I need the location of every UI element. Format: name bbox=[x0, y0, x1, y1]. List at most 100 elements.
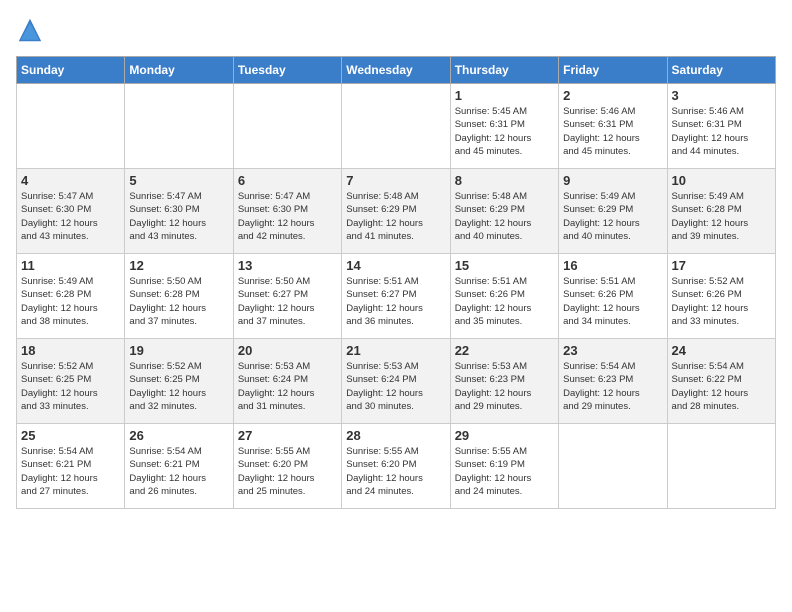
day-info: Sunrise: 5:48 AM Sunset: 6:29 PM Dayligh… bbox=[455, 190, 554, 243]
day-number: 11 bbox=[21, 258, 120, 273]
week-row-4: 18 Sunrise: 5:52 AM Sunset: 6:25 PM Dayli… bbox=[17, 339, 776, 424]
column-header-sunday: Sunday bbox=[17, 57, 125, 84]
calendar-cell: 7Sunrise: 5:48 AM Sunset: 6:29 PM Daylig… bbox=[342, 169, 450, 254]
day-info: Sunrise: 5:54 AM Sunset: 6:23 PM Dayligh… bbox=[563, 360, 662, 413]
day-number: 28 bbox=[346, 428, 445, 443]
calendar-cell: 14 Sunrise: 5:51 AM Sunset: 6:27 PM Dayli… bbox=[342, 254, 450, 339]
calendar-cell: 25 Sunrise: 5:54 AM Sunset: 6:21 PM Dayli… bbox=[17, 424, 125, 509]
day-number: 15 bbox=[455, 258, 554, 273]
day-number: 6 bbox=[238, 173, 337, 188]
week-row-5: 25 Sunrise: 5:54 AM Sunset: 6:21 PM Dayli… bbox=[17, 424, 776, 509]
day-info: Sunrise: 5:46 AM Sunset: 6:31 PM Dayligh… bbox=[672, 105, 771, 158]
calendar-cell: 6 Sunrise: 5:47 AM Sunset: 6:30 PM Daylig… bbox=[233, 169, 341, 254]
day-info: Sunrise: 5:55 AM Sunset: 6:19 PM Dayligh… bbox=[455, 445, 554, 498]
day-number: 24 bbox=[672, 343, 771, 358]
calendar-cell: 24 Sunrise: 5:54 AM Sunset: 6:22 PM Dayli… bbox=[667, 339, 775, 424]
calendar-cell: 10 Sunrise: 5:49 AM Sunset: 6:28 PM Dayli… bbox=[667, 169, 775, 254]
column-header-wednesday: Wednesday bbox=[342, 57, 450, 84]
day-info: Sunrise: 5:54 AM Sunset: 6:21 PM Dayligh… bbox=[21, 445, 120, 498]
day-info: Sunrise: 5:52 AM Sunset: 6:25 PM Dayligh… bbox=[21, 360, 120, 413]
day-number: 19 bbox=[129, 343, 228, 358]
day-number: 21 bbox=[346, 343, 445, 358]
column-header-thursday: Thursday bbox=[450, 57, 558, 84]
day-number: 4 bbox=[21, 173, 120, 188]
day-number: 20 bbox=[238, 343, 337, 358]
week-row-1: 1 Sunrise: 5:45 AM Sunset: 6:31 PM Daylig… bbox=[17, 84, 776, 169]
day-info: Sunrise: 5:53 AM Sunset: 6:23 PM Dayligh… bbox=[455, 360, 554, 413]
logo-icon bbox=[16, 16, 44, 44]
day-number: 1 bbox=[455, 88, 554, 103]
calendar-cell: 18 Sunrise: 5:52 AM Sunset: 6:25 PM Dayli… bbox=[17, 339, 125, 424]
day-number: 3 bbox=[672, 88, 771, 103]
day-number: 2 bbox=[563, 88, 662, 103]
calendar-cell: 13 Sunrise: 5:50 AM Sunset: 6:27 PM Dayli… bbox=[233, 254, 341, 339]
day-number: 29 bbox=[455, 428, 554, 443]
day-info: Sunrise: 5:54 AM Sunset: 6:22 PM Dayligh… bbox=[672, 360, 771, 413]
day-number: 13 bbox=[238, 258, 337, 273]
calendar-cell: 21 Sunrise: 5:53 AM Sunset: 6:24 PM Dayli… bbox=[342, 339, 450, 424]
calendar-cell: 12 Sunrise: 5:50 AM Sunset: 6:28 PM Dayli… bbox=[125, 254, 233, 339]
day-info: Sunrise: 5:55 AM Sunset: 6:20 PM Dayligh… bbox=[238, 445, 337, 498]
day-number: 23 bbox=[563, 343, 662, 358]
day-info: Sunrise: 5:52 AM Sunset: 6:26 PM Dayligh… bbox=[672, 275, 771, 328]
day-number: 8 bbox=[455, 173, 554, 188]
day-info: Sunrise: 5:45 AM Sunset: 6:31 PM Dayligh… bbox=[455, 105, 554, 158]
day-info: Sunrise: 5:49 AM Sunset: 6:28 PM Dayligh… bbox=[672, 190, 771, 243]
calendar-cell: 20 Sunrise: 5:53 AM Sunset: 6:24 PM Dayli… bbox=[233, 339, 341, 424]
calendar-cell: 16 Sunrise: 5:51 AM Sunset: 6:26 PM Dayli… bbox=[559, 254, 667, 339]
day-info: Sunrise: 5:49 AM Sunset: 6:28 PM Dayligh… bbox=[21, 275, 120, 328]
day-info: Sunrise: 5:47 AM Sunset: 6:30 PM Dayligh… bbox=[129, 190, 228, 243]
day-number: 27 bbox=[238, 428, 337, 443]
day-info: Sunrise: 5:47 AM Sunset: 6:30 PM Dayligh… bbox=[21, 190, 120, 243]
day-number: 12 bbox=[129, 258, 228, 273]
day-info: Sunrise: 5:51 AM Sunset: 6:27 PM Dayligh… bbox=[346, 275, 445, 328]
calendar-cell: 29 Sunrise: 5:55 AM Sunset: 6:19 PM Dayli… bbox=[450, 424, 558, 509]
week-row-2: 4 Sunrise: 5:47 AM Sunset: 6:30 PM Daylig… bbox=[17, 169, 776, 254]
day-number: 25 bbox=[21, 428, 120, 443]
calendar-cell: 19 Sunrise: 5:52 AM Sunset: 6:25 PM Dayli… bbox=[125, 339, 233, 424]
calendar-cell: 11 Sunrise: 5:49 AM Sunset: 6:28 PM Dayli… bbox=[17, 254, 125, 339]
calendar-cell bbox=[559, 424, 667, 509]
day-info: Sunrise: 5:53 AM Sunset: 6:24 PM Dayligh… bbox=[346, 360, 445, 413]
calendar-cell: 2 Sunrise: 5:46 AM Sunset: 6:31 PM Daylig… bbox=[559, 84, 667, 169]
column-header-monday: Monday bbox=[125, 57, 233, 84]
week-row-3: 11 Sunrise: 5:49 AM Sunset: 6:28 PM Dayli… bbox=[17, 254, 776, 339]
day-number: 18 bbox=[21, 343, 120, 358]
day-number: 9 bbox=[563, 173, 662, 188]
calendar-cell bbox=[233, 84, 341, 169]
calendar-cell: 1 Sunrise: 5:45 AM Sunset: 6:31 PM Daylig… bbox=[450, 84, 558, 169]
calendar-cell: 9 Sunrise: 5:49 AM Sunset: 6:29 PM Daylig… bbox=[559, 169, 667, 254]
calendar-cell: 8 Sunrise: 5:48 AM Sunset: 6:29 PM Daylig… bbox=[450, 169, 558, 254]
day-info: Sunrise: 5:51 AM Sunset: 6:26 PM Dayligh… bbox=[563, 275, 662, 328]
day-info: Sunrise: 5:50 AM Sunset: 6:28 PM Dayligh… bbox=[129, 275, 228, 328]
day-number: 22 bbox=[455, 343, 554, 358]
column-header-saturday: Saturday bbox=[667, 57, 775, 84]
calendar-cell bbox=[17, 84, 125, 169]
calendar-cell: 3 Sunrise: 5:46 AM Sunset: 6:31 PM Daylig… bbox=[667, 84, 775, 169]
day-number: 10 bbox=[672, 173, 771, 188]
day-number: 16 bbox=[563, 258, 662, 273]
day-info: Sunrise: 5:53 AM Sunset: 6:24 PM Dayligh… bbox=[238, 360, 337, 413]
day-info: Sunrise: 5:55 AM Sunset: 6:20 PM Dayligh… bbox=[346, 445, 445, 498]
day-info: Sunrise: 5:54 AM Sunset: 6:21 PM Dayligh… bbox=[129, 445, 228, 498]
day-info: Sunrise: 5:46 AM Sunset: 6:31 PM Dayligh… bbox=[563, 105, 662, 158]
calendar-cell: 26 Sunrise: 5:54 AM Sunset: 6:21 PM Dayli… bbox=[125, 424, 233, 509]
calendar-cell: 4 Sunrise: 5:47 AM Sunset: 6:30 PM Daylig… bbox=[17, 169, 125, 254]
calendar-table: SundayMondayTuesdayWednesdayThursdayFrid… bbox=[16, 56, 776, 509]
calendar-cell: 17 Sunrise: 5:52 AM Sunset: 6:26 PM Dayli… bbox=[667, 254, 775, 339]
day-info: Sunrise: 5:52 AM Sunset: 6:25 PM Dayligh… bbox=[129, 360, 228, 413]
calendar-cell bbox=[667, 424, 775, 509]
day-info: Sunrise: 5:49 AM Sunset: 6:29 PM Dayligh… bbox=[563, 190, 662, 243]
column-header-tuesday: Tuesday bbox=[233, 57, 341, 84]
day-info: Sunrise: 5:50 AM Sunset: 6:27 PM Dayligh… bbox=[238, 275, 337, 328]
calendar-cell: 27 Sunrise: 5:55 AM Sunset: 6:20 PM Dayli… bbox=[233, 424, 341, 509]
day-info: Sunrise: 5:47 AM Sunset: 6:30 PM Dayligh… bbox=[238, 190, 337, 243]
day-number: 5 bbox=[129, 173, 228, 188]
day-number: 17 bbox=[672, 258, 771, 273]
day-info: Sunrise: 5:48 AM Sunset: 6:29 PM Dayligh… bbox=[346, 190, 445, 243]
logo bbox=[16, 16, 48, 44]
calendar-cell bbox=[342, 84, 450, 169]
day-number: 14 bbox=[346, 258, 445, 273]
day-number: 26 bbox=[129, 428, 228, 443]
page-header bbox=[16, 16, 776, 44]
